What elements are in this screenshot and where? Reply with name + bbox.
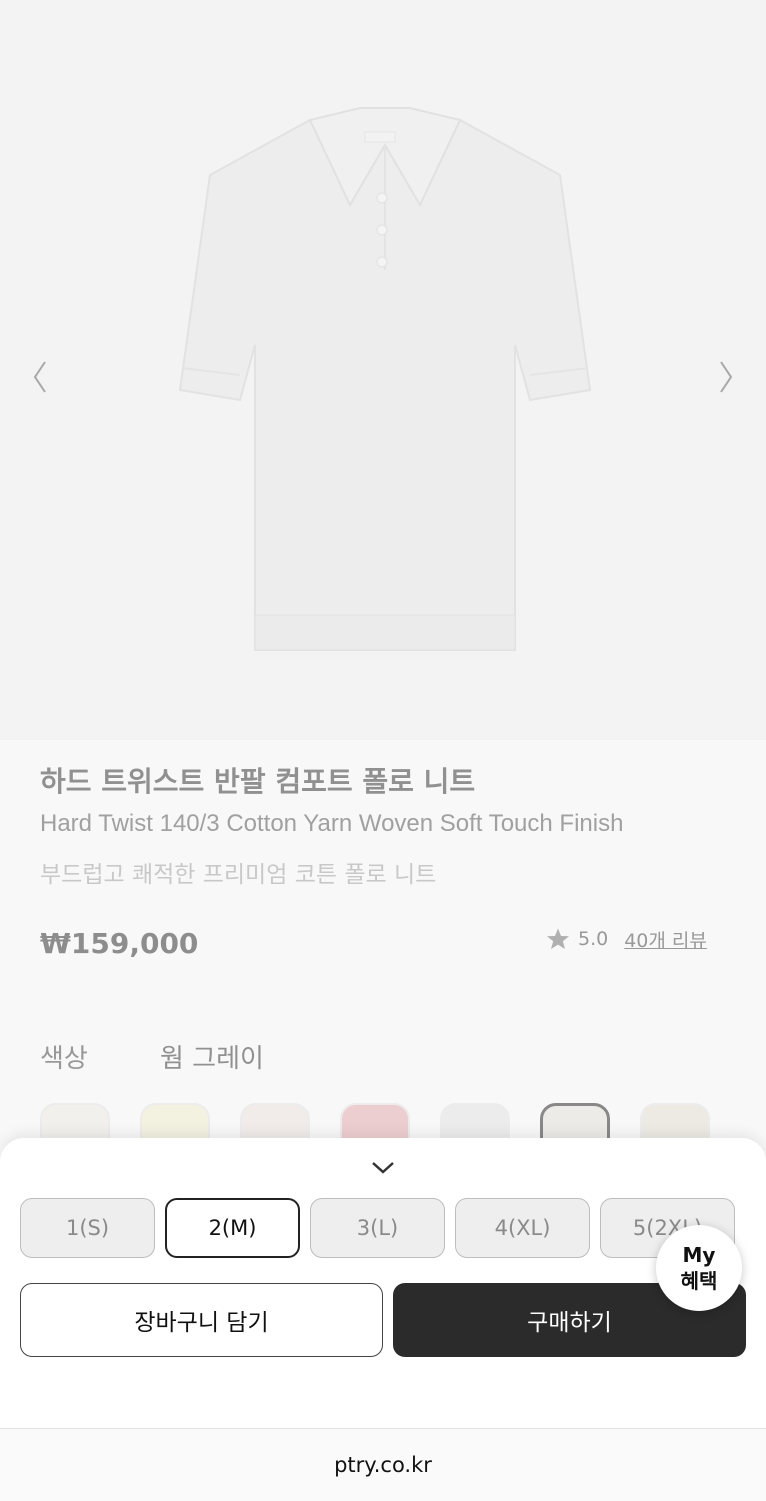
- size-option-3l[interactable]: 3(L): [310, 1198, 445, 1258]
- size-option-1s[interactable]: 1(S): [20, 1198, 155, 1258]
- url-text: ptry.co.kr: [334, 1453, 432, 1477]
- add-to-cart-button[interactable]: 장바구니 담기: [20, 1283, 383, 1357]
- size-option-4xl[interactable]: 4(XL): [455, 1198, 590, 1258]
- product-page: 하드 트위스트 반팔 컴포트 폴로 니트 Hard Twist 140/3 Co…: [0, 0, 766, 1501]
- chevron-down-icon[interactable]: [368, 1156, 398, 1180]
- size-option-2m[interactable]: 2(M): [165, 1198, 300, 1258]
- my-benefits-label-line2: 혜택: [680, 1269, 718, 1293]
- browser-address-bar[interactable]: ptry.co.kr: [0, 1428, 766, 1501]
- purchase-bottom-sheet: 1(S) 2(M) 3(L) 4(XL) 5(2XL) 장바구니 담기 구매하기: [0, 1138, 766, 1428]
- my-benefits-label-line1: My: [682, 1243, 716, 1267]
- my-benefits-button[interactable]: My 혜택: [656, 1225, 742, 1311]
- size-options: 1(S) 2(M) 3(L) 4(XL) 5(2XL): [20, 1198, 735, 1258]
